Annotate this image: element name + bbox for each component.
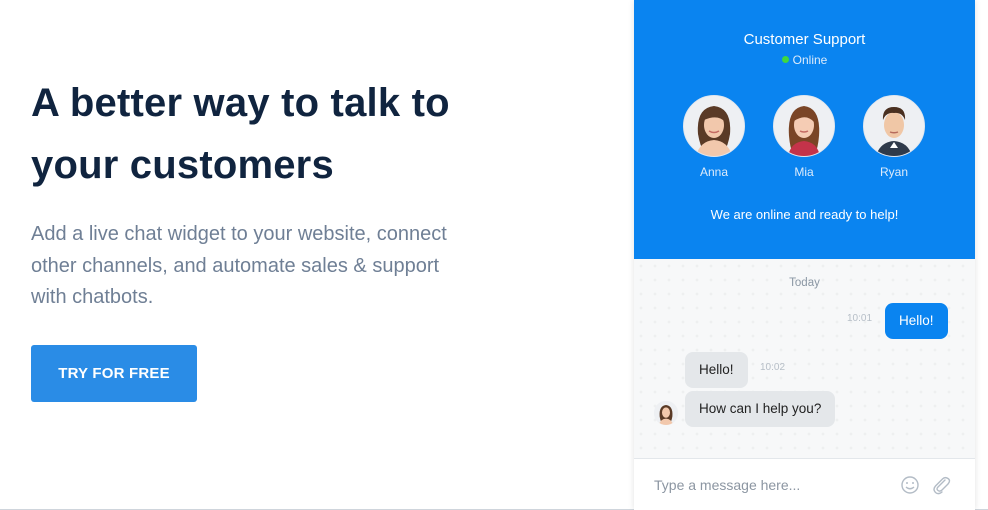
agent-name: Ryan bbox=[879, 165, 908, 179]
online-message: We are online and ready to help! bbox=[710, 207, 899, 222]
hero-subtext: Add a live chat widget to your website, … bbox=[31, 219, 491, 314]
message-input[interactable] bbox=[654, 473, 884, 497]
try-for-free-button[interactable]: TRY FOR FREE bbox=[31, 345, 197, 402]
hero-section: A better way to talk to your customers A… bbox=[31, 72, 591, 314]
subtext-line-1: Add a live chat widget to your website, … bbox=[31, 223, 447, 245]
day-separator: Today bbox=[789, 277, 820, 289]
message-time: 10:01 bbox=[847, 313, 873, 324]
headline-line-2: your customers bbox=[31, 143, 334, 187]
online-status-label: Online bbox=[792, 53, 828, 67]
chat-widget-header: Customer Support Online Anna Mia Ryan We… bbox=[634, 0, 975, 259]
chat-widget: Customer Support Online Anna Mia Ryan We… bbox=[634, 0, 975, 510]
message-composer bbox=[634, 458, 975, 510]
agent-avatar bbox=[773, 95, 835, 157]
paperclip-icon[interactable] bbox=[930, 474, 952, 496]
subtext-line-2: other channels, and automate sales & sup… bbox=[31, 254, 440, 277]
message-list[interactable]: Today 10:01 Hello! Hello! 10:02 How can … bbox=[634, 259, 975, 458]
online-status: Online bbox=[634, 53, 975, 67]
agent-name: Mia bbox=[794, 165, 814, 179]
subtext-line-3: with chatbots. bbox=[31, 286, 154, 308]
message-time: 10:02 bbox=[760, 362, 786, 373]
headline-line-1: A better way to talk to bbox=[31, 81, 450, 125]
agent-avatar bbox=[863, 95, 925, 157]
widget-title: Customer Support bbox=[743, 31, 866, 48]
visitor-message: Hello! bbox=[885, 303, 948, 339]
agent-message: Hello! bbox=[685, 352, 748, 388]
smiley-icon[interactable] bbox=[899, 474, 921, 496]
agent-avatar bbox=[654, 401, 678, 425]
online-dot-icon bbox=[781, 56, 789, 63]
agent-ryan: Ryan bbox=[863, 95, 925, 179]
agent-mia: Mia bbox=[773, 95, 835, 179]
agent-name: Anna bbox=[699, 165, 729, 179]
agent-anna: Anna bbox=[683, 95, 745, 179]
agent-avatar bbox=[683, 95, 745, 157]
agent-message: How can I help you? bbox=[685, 391, 836, 427]
hero-headline: A better way to talk to your customers bbox=[31, 72, 591, 196]
